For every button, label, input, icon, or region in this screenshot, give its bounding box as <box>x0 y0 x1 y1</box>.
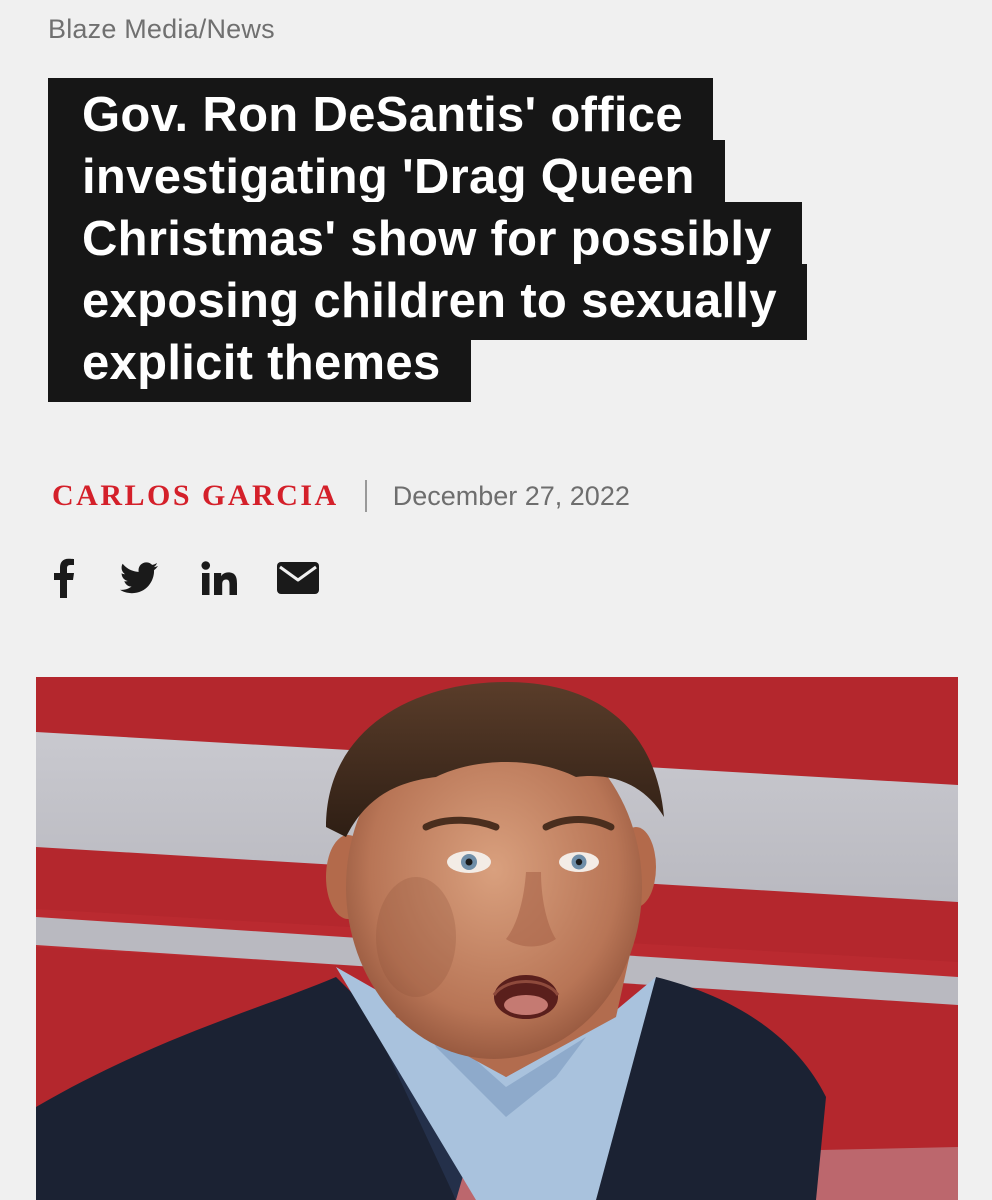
headline-container: Gov. Ron DeSantis' office investigating … <box>48 78 868 402</box>
photo-man-in-suit-icon <box>36 677 958 1200</box>
twitter-icon[interactable] <box>118 556 160 600</box>
hero-image[interactable] <box>36 677 958 1200</box>
linkedin-icon[interactable] <box>198 556 240 600</box>
byline-separator <box>364 480 367 512</box>
breadcrumb[interactable]: Blaze Media/News <box>48 14 275 45</box>
publish-date: December 27, 2022 <box>392 480 630 511</box>
email-icon[interactable] <box>276 556 320 600</box>
byline: CARLOS GARCIA December 27, 2022 <box>52 476 630 516</box>
author-link[interactable]: CARLOS GARCIA <box>52 479 339 513</box>
article-page: Blaze Media/News Gov. Ron DeSantis' offi… <box>0 0 992 1200</box>
facebook-icon[interactable] <box>48 556 80 600</box>
article-headline: Gov. Ron DeSantis' office investigating … <box>48 78 807 402</box>
share-bar <box>48 556 320 600</box>
